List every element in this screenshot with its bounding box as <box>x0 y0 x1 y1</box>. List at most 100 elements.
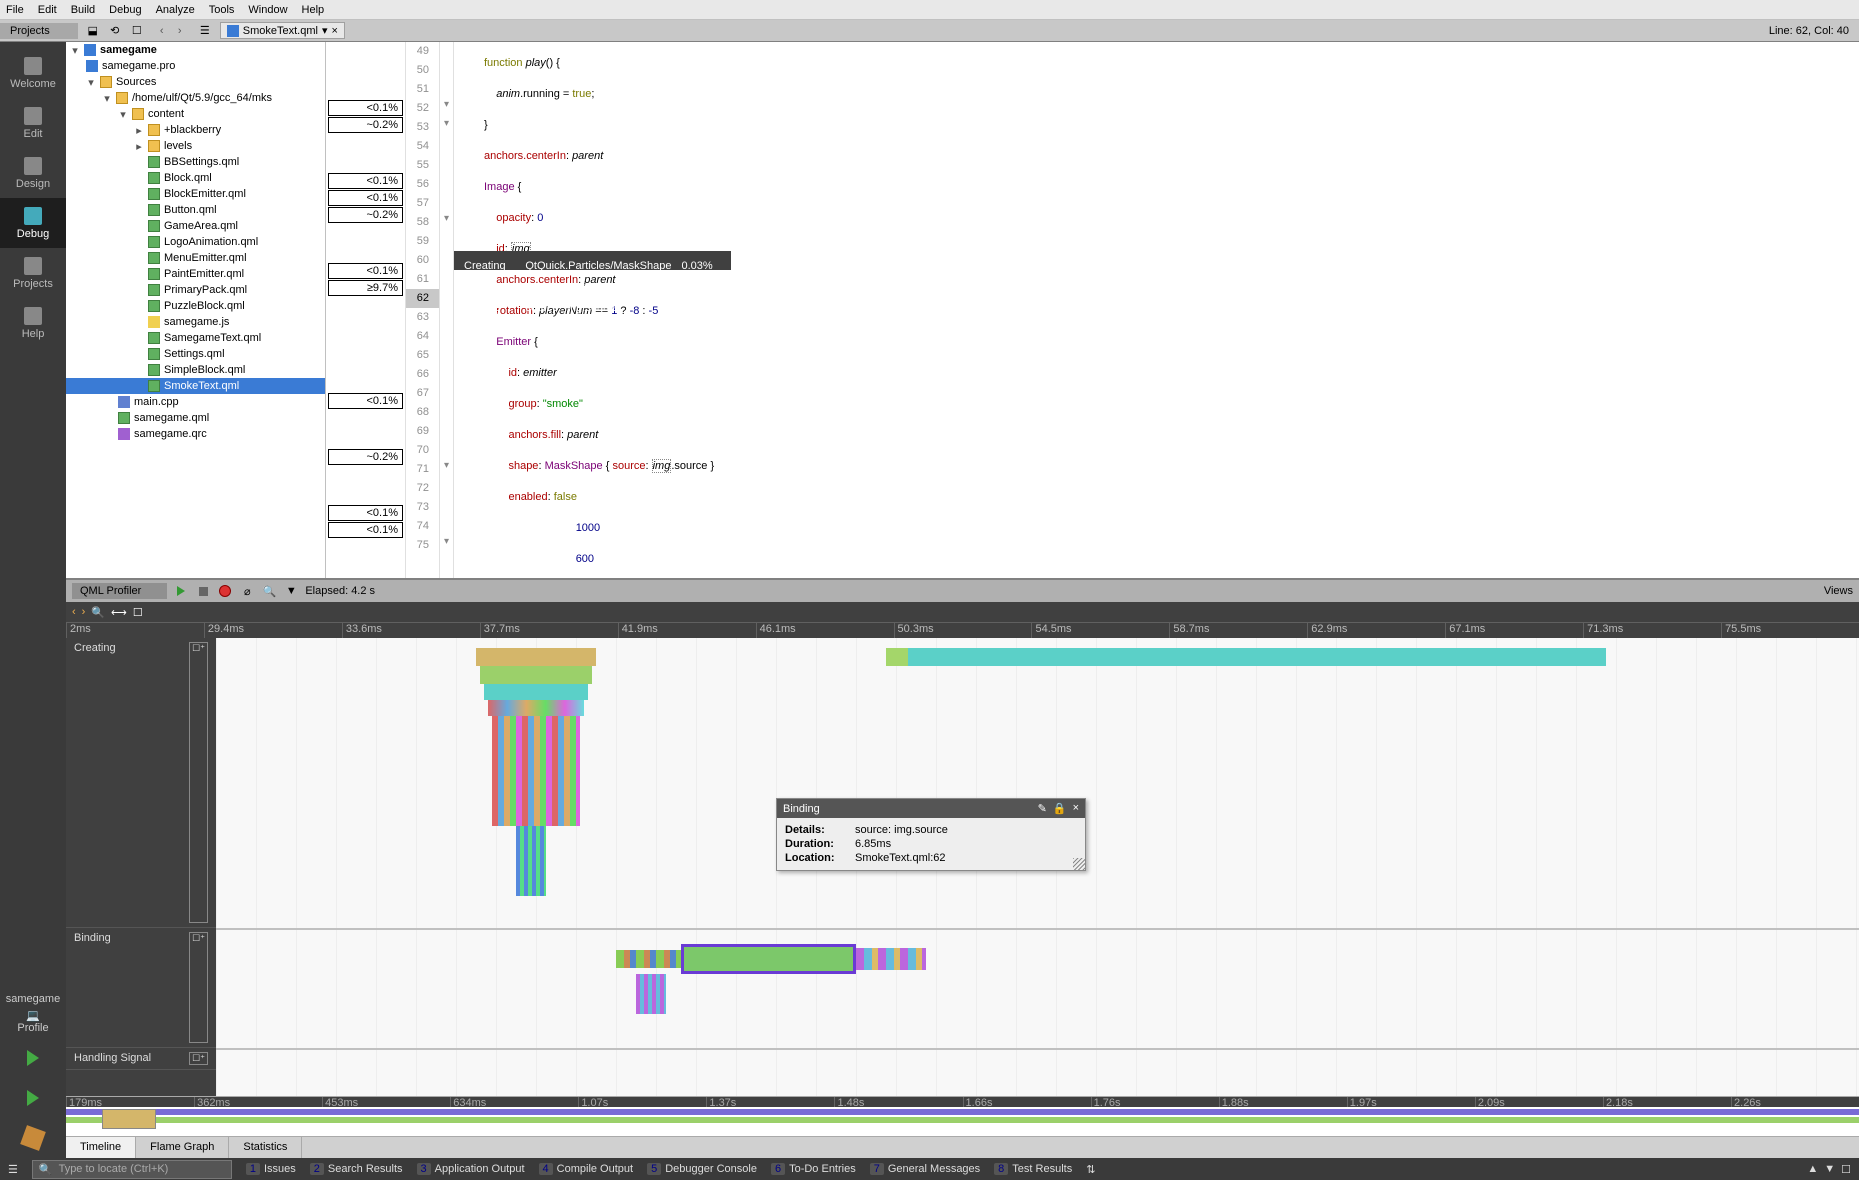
split-icon[interactable]: ⬓ <box>84 22 102 40</box>
profiler-search-icon[interactable]: 🔍 <box>261 583 277 599</box>
output-debugger[interactable]: 5Debugger Console <box>647 1163 757 1175</box>
nav-back-icon[interactable]: ‹ <box>154 23 170 39</box>
output-issues[interactable]: 1Issues <box>246 1163 296 1175</box>
detail-lock-icon[interactable]: 🔒 <box>1053 802 1067 815</box>
tab-flame[interactable]: Flame Graph <box>136 1137 229 1158</box>
tree-item[interactable]: Block.qml <box>164 172 212 184</box>
cat-creating[interactable]: Creating☐⁺ <box>66 638 216 928</box>
output-test[interactable]: 8Test Results <box>994 1163 1072 1175</box>
profiler-views-menu[interactable]: Views <box>1824 585 1853 597</box>
run-button[interactable] <box>0 1038 66 1078</box>
project-tree[interactable]: ▾samegame samegame.pro ▾Sources ▾/home/u… <box>66 42 326 578</box>
menu-file[interactable]: File <box>6 4 24 16</box>
tree-item-current[interactable]: SmokeText.qml <box>164 380 239 392</box>
next-event-icon[interactable]: › <box>82 606 86 618</box>
mode-edit[interactable]: Edit <box>0 98 66 148</box>
tree-item[interactable]: BBSettings.qml <box>164 156 239 168</box>
nav-fwd-icon[interactable]: › <box>172 23 188 39</box>
menu-analyze[interactable]: Analyze <box>156 4 195 16</box>
output-todo[interactable]: 6To-Do Entries <box>771 1163 856 1175</box>
open-file-tab[interactable]: SmokeText.qml ▾ × <box>220 22 345 39</box>
code-editor[interactable]: <0.1% ~0.2% <0.1% <0.1% ~0.2% <0.1% ≥9.7… <box>326 42 1859 578</box>
cursor-position[interactable]: Line: 62, Col: 40 <box>1769 25 1859 37</box>
progress-up-icon[interactable]: ▲ <box>1807 1163 1818 1176</box>
mode-design[interactable]: Design <box>0 148 66 198</box>
time-ruler[interactable]: 2ms29.4ms33.6ms37.7ms41.9ms46.1ms50.3ms5… <box>66 622 1859 638</box>
tree-item[interactable]: PuzzleBlock.qml <box>164 300 245 312</box>
project-root[interactable]: samegame <box>100 44 157 56</box>
run-debug-button[interactable] <box>0 1078 66 1118</box>
profiler-selector[interactable]: QML Profiler <box>72 583 167 599</box>
tree-item[interactable]: MenuEmitter.qml <box>164 252 247 264</box>
event-detail-popup[interactable]: Binding ✎ 🔒 × Details:source: img.source… <box>776 798 1086 871</box>
tab-timeline[interactable]: Timeline <box>66 1137 136 1158</box>
tree-sources[interactable]: Sources <box>116 76 156 88</box>
zoom-icon[interactable]: 🔍 <box>91 606 105 619</box>
output-app[interactable]: 3Application Output <box>417 1163 525 1175</box>
tree-item[interactable]: PaintEmitter.qml <box>164 268 244 280</box>
tree-item[interactable]: SamegameText.qml <box>164 332 261 344</box>
profiler-overview[interactable]: 179ms362ms453ms634ms1.07s1.37s1.48s1.66s… <box>66 1096 1859 1136</box>
tree-item[interactable]: +blackberry <box>164 124 221 136</box>
tree-item[interactable]: PrimaryPack.qml <box>164 284 247 296</box>
tree-item[interactable]: Settings.qml <box>164 348 225 360</box>
cat-handling[interactable]: Handling Signal☐⁺ <box>66 1048 216 1070</box>
tree-item[interactable]: LogoAnimation.qml <box>164 236 258 248</box>
mode-welcome[interactable]: Welcome <box>0 48 66 98</box>
select-icon[interactable]: ☐ <box>133 606 143 619</box>
tree-pro-file[interactable]: samegame.pro <box>102 60 175 72</box>
profiler-filter-icon[interactable]: ▼ <box>283 583 299 599</box>
profiler-controls: ‹ › 🔍 ⟷ ☐ <box>66 602 1859 622</box>
link-icon[interactable]: ⟲ <box>106 22 124 40</box>
tree-item[interactable]: levels <box>164 140 192 152</box>
tab-dropdown-icon[interactable]: ▾ <box>322 24 328 37</box>
tab-close-icon[interactable]: × <box>331 25 337 37</box>
tree-item[interactable]: GameArea.qml <box>164 220 238 232</box>
profiler-record-icon[interactable] <box>217 583 233 599</box>
bookmark-icon[interactable]: ☰ <box>196 22 214 40</box>
resize-grip-icon[interactable] <box>1073 858 1085 870</box>
mode-debug[interactable]: Debug <box>0 198 66 248</box>
output-search[interactable]: 2Search Results <box>310 1163 403 1175</box>
prev-event-icon[interactable]: ‹ <box>72 606 76 618</box>
detail-edit-icon[interactable]: ✎ <box>1038 802 1047 815</box>
menu-tools[interactable]: Tools <box>209 4 235 16</box>
profiler-timeline[interactable]: Binding ✎ 🔒 × Details:source: img.source… <box>216 638 1859 1096</box>
range-icon[interactable]: ⟷ <box>111 606 127 619</box>
profiler-stop-icon[interactable] <box>195 583 211 599</box>
kit-target[interactable]: samegame 💻 Profile <box>0 989 66 1038</box>
menu-help[interactable]: Help <box>302 4 325 16</box>
menu-edit[interactable]: Edit <box>38 4 57 16</box>
locator-input[interactable]: 🔍Type to locate (Ctrl+K) <box>32 1160 232 1179</box>
tree-item[interactable]: samegame.js <box>164 316 229 328</box>
build-button[interactable] <box>0 1118 66 1158</box>
tree-item[interactable]: samegame.qrc <box>134 428 207 440</box>
tree-item[interactable]: main.cpp <box>134 396 179 408</box>
tree-path[interactable]: /home/ulf/Qt/5.9/gcc_64/mks <box>132 92 272 104</box>
tree-item[interactable]: samegame.qml <box>134 412 209 424</box>
sidebar-view-selector[interactable]: Projects <box>0 23 78 39</box>
tree-item[interactable]: SimpleBlock.qml <box>164 364 245 376</box>
tree-item[interactable]: Button.qml <box>164 204 217 216</box>
progress-down-icon[interactable]: ▼ <box>1824 1163 1835 1176</box>
code-area[interactable]: function play() { anim.running = true; }… <box>454 42 1859 578</box>
output-menu-icon[interactable]: ⇅ <box>1086 1163 1095 1176</box>
profiler-play-icon[interactable] <box>173 583 189 599</box>
toggle-sidebar-icon[interactable]: ☰ <box>8 1163 18 1176</box>
tree-content[interactable]: content <box>148 108 184 120</box>
cat-binding[interactable]: Binding☐⁺ <box>66 928 216 1048</box>
tree-item[interactable]: BlockEmitter.qml <box>164 188 246 200</box>
output-compile[interactable]: 4Compile Output <box>539 1163 634 1175</box>
menu-build[interactable]: Build <box>71 4 95 16</box>
output-general[interactable]: 7General Messages <box>870 1163 980 1175</box>
profiler-clear-icon[interactable]: ⌀ <box>239 583 255 599</box>
mode-help[interactable]: Help <box>0 298 66 348</box>
mode-projects[interactable]: Projects <box>0 248 66 298</box>
menu-window[interactable]: Window <box>248 4 287 16</box>
toggle-right-icon[interactable]: ☐ <box>1841 1163 1851 1176</box>
close-pane-icon[interactable]: ☐ <box>128 22 146 40</box>
menu-debug[interactable]: Debug <box>109 4 141 16</box>
fold-gutter[interactable]: ▾▾▾▾▾ <box>440 42 454 578</box>
tab-stats[interactable]: Statistics <box>229 1137 302 1158</box>
detail-close-icon[interactable]: × <box>1073 802 1079 815</box>
